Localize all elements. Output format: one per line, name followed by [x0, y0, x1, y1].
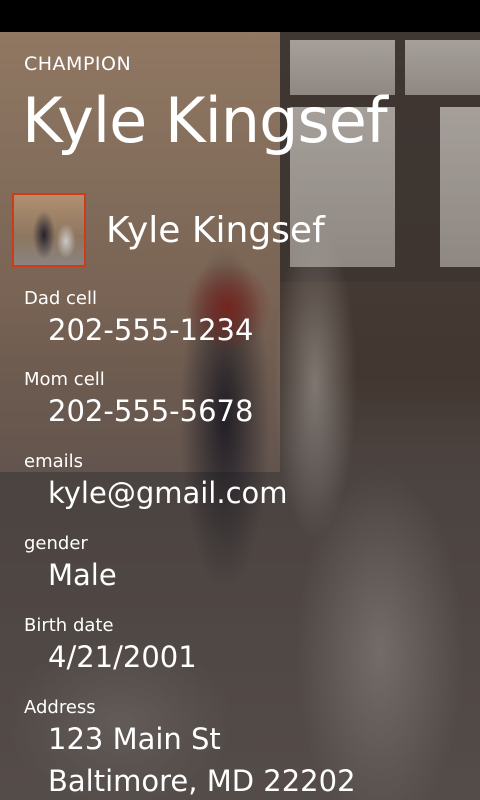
- page-title: Kyle Kingsef: [22, 84, 388, 157]
- address-line-2[interactable]: Baltimore, MD 22202: [48, 764, 356, 798]
- gender-value: Male: [48, 558, 117, 592]
- mom-cell-value[interactable]: 202-555-5678: [48, 394, 253, 428]
- email-value[interactable]: kyle@gmail.com: [48, 476, 288, 510]
- profile-header: Kyle Kingsef: [12, 193, 325, 267]
- emails-label: emails: [24, 451, 84, 472]
- address-label: Address: [24, 697, 96, 718]
- app-title: CHAMPION: [24, 53, 132, 75]
- mom-cell-label: Mom cell: [24, 369, 105, 390]
- gender-label: gender: [24, 533, 88, 554]
- address-line-1[interactable]: 123 Main St: [48, 722, 221, 756]
- dad-cell-value[interactable]: 202-555-1234: [48, 313, 253, 347]
- birth-date-value: 4/21/2001: [48, 640, 197, 674]
- profile-content: CHAMPION Kyle Kingsef Kyle Kingsef Dad c…: [0, 32, 480, 800]
- status-bar: [0, 0, 480, 32]
- profile-name: Kyle Kingsef: [106, 209, 325, 251]
- profile-screen: CHAMPION Kyle Kingsef Kyle Kingsef Dad c…: [0, 32, 480, 800]
- birth-date-label: Birth date: [24, 615, 114, 636]
- avatar[interactable]: [12, 193, 86, 267]
- dad-cell-label: Dad cell: [24, 288, 98, 309]
